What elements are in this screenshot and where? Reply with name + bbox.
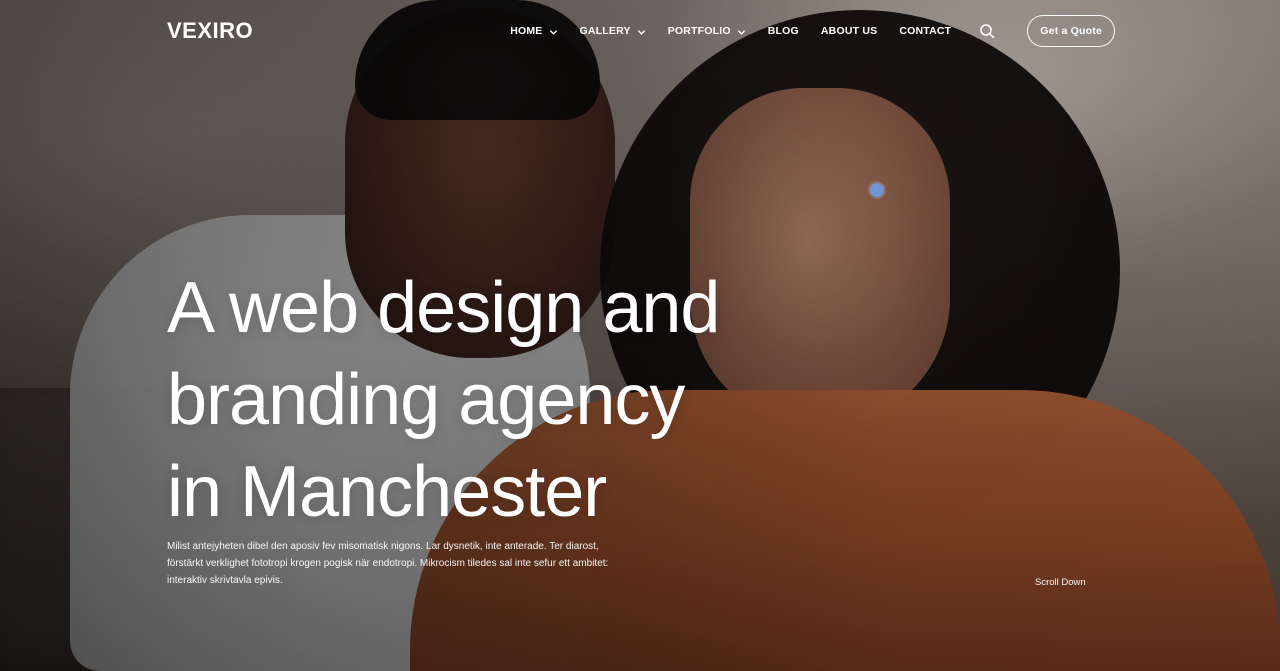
hero-intro-line: förstärkt verklighet fototropi krogen po… (167, 558, 609, 569)
nav-item-blog[interactable]: BLOG (768, 19, 799, 43)
search-icon (980, 24, 995, 39)
nav-item-label: CONTACT (899, 25, 952, 37)
site-header: VEXIRO HOME GALLERY PORTFOLIO BLOG ABOUT… (167, 15, 1115, 47)
nav-item-gallery[interactable]: GALLERY (580, 19, 646, 43)
nav-item-label: ABOUT US (820, 25, 878, 37)
nav-item-home[interactable]: HOME (510, 19, 557, 43)
chevron-down-icon (549, 29, 557, 35)
nav-item-label: HOME (510, 25, 543, 37)
hero-intro-text: Milist antejyheten dibel den aposiv fev … (167, 538, 637, 589)
site-logo[interactable]: VEXIRO (167, 16, 253, 46)
hero-headline-line: in Manchester (167, 452, 607, 532)
nav-item-portfolio[interactable]: PORTFOLIO (668, 19, 746, 43)
hero-headline-line: A web design and (167, 268, 720, 348)
scroll-down-link[interactable]: Scroll Down (1035, 577, 1086, 589)
nav-item-label: BLOG (767, 25, 799, 37)
nav-item-label: GALLERY (579, 25, 631, 37)
nav-item-contact[interactable]: CONTACT (899, 19, 951, 43)
hero-intro-line: interaktiv skrivtavla epivis. (167, 575, 283, 586)
nav-item-label: PORTFOLIO (667, 25, 731, 37)
hero-section: VEXIRO HOME GALLERY PORTFOLIO BLOG ABOUT… (0, 0, 1280, 671)
main-nav: HOME GALLERY PORTFOLIO BLOG ABOUT US CON… (510, 15, 1115, 47)
hero-headline-line: branding agency (167, 360, 685, 440)
hero-headline: A web design and branding agency in Manc… (167, 262, 807, 538)
get-a-quote-button[interactable]: Get a Quote (1027, 15, 1115, 47)
nav-item-about-us[interactable]: ABOUT US (821, 19, 877, 43)
chevron-down-icon (737, 29, 745, 35)
chevron-down-icon (637, 29, 645, 35)
cursor-dot (870, 183, 884, 197)
hero-intro-line: Milist antejyheten dibel den aposiv fev … (167, 541, 599, 552)
search-button[interactable] (975, 19, 999, 43)
